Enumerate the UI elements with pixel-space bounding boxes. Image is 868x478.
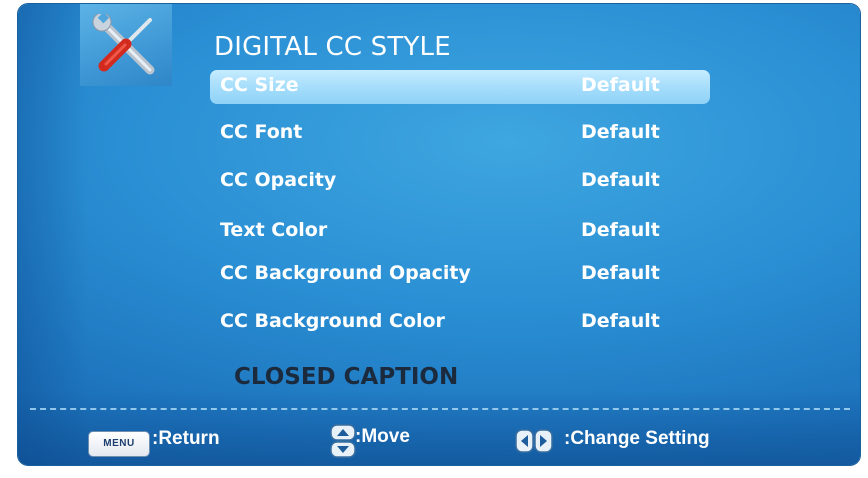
osd-menu-panel: DIGITAL CC STYLE CC Size Default CC Font… [18, 4, 860, 465]
menu-item-label: CC Size [220, 74, 299, 96]
menu-item-cc-size[interactable]: CC Size Default [210, 70, 710, 104]
menu-item-label: CC Opacity [220, 169, 337, 191]
menu-item-label: Text Color [220, 219, 328, 241]
closed-caption-heading: CLOSED CAPTION [234, 364, 459, 390]
tools-icon [92, 14, 155, 75]
menu-item-label: CC Background Color [220, 310, 445, 332]
menu-item-value: Default [581, 219, 660, 241]
footer-divider [30, 408, 850, 410]
change-setting-label: :Change Setting [564, 428, 710, 449]
menu-item-label: CC Background Opacity [220, 262, 471, 284]
up-down-arrow-icon [330, 424, 356, 458]
menu-item-label: CC Font [220, 121, 303, 143]
menu-item-cc-background-color[interactable]: CC Background Color Default [210, 306, 710, 340]
menu-key-icon[interactable]: MENU [88, 431, 150, 457]
menu-title: DIGITAL CC STYLE [214, 32, 451, 62]
menu-item-cc-background-opacity[interactable]: CC Background Opacity Default [210, 258, 710, 292]
left-right-arrow-icon [515, 429, 553, 453]
return-label: :Return [152, 428, 220, 449]
menu-item-text-color[interactable]: Text Color Default [210, 215, 710, 249]
menu-item-cc-font[interactable]: CC Font Default [210, 117, 710, 151]
menu-item-value: Default [581, 121, 660, 143]
menu-item-value: Default [581, 262, 660, 284]
menu-item-cc-opacity[interactable]: CC Opacity Default [210, 165, 710, 199]
menu-item-value: Default [581, 169, 660, 191]
tools-icon-tile [80, 4, 172, 86]
move-label: :Move [355, 426, 410, 447]
menu-item-value: Default [581, 74, 660, 96]
menu-item-value: Default [581, 310, 660, 332]
